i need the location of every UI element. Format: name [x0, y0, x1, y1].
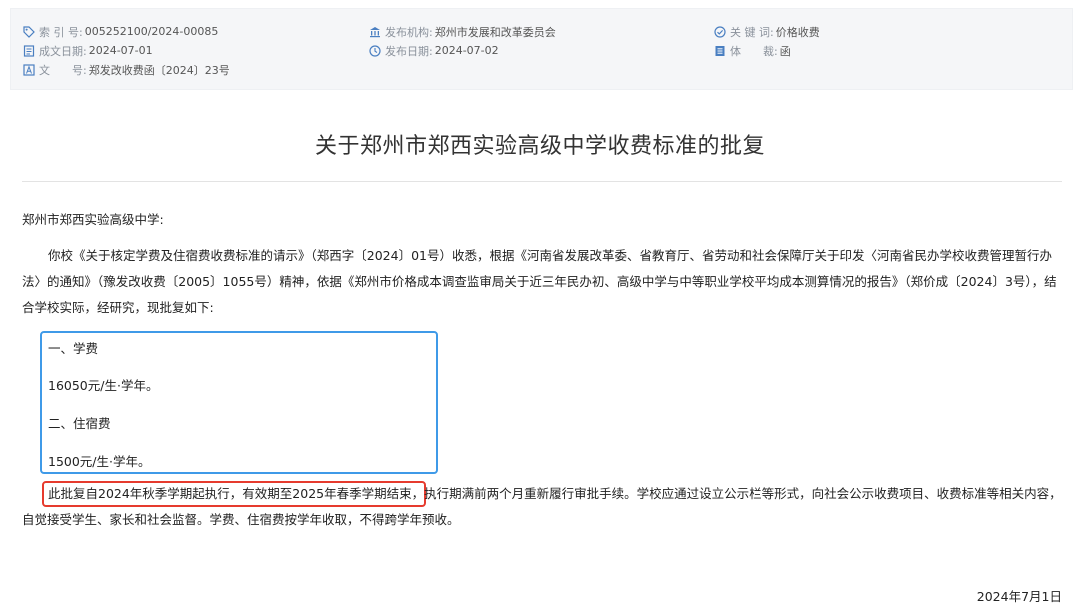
metadata-column-middle: 发布机构: 郑州市发展和改革委员会 发布日期: 2024-07-02: [369, 22, 556, 60]
body-paragraph-1: 你校《关于核定学费及住宿费收费标准的请示》（郑西字〔2024〕01号）收悉，根据…: [22, 243, 1067, 321]
document-metadata-panel: 索 引 号: 005252100/2024-00085 成文日期: 2024-0…: [10, 8, 1073, 90]
metadata-publish-date: 发布日期: 2024-07-02: [369, 41, 556, 60]
validity-period-text: 此批复自2024年秋季学期起执行，有效期至2025年春季学期结束，: [48, 486, 425, 501]
section-tuition-value: 16050元/生·学年。: [48, 378, 159, 393]
institution-icon: [370, 26, 380, 37]
tag-icon: [23, 25, 35, 38]
addressee: 郑州市郑西实验高级中学:: [22, 212, 164, 227]
metadata-genre: 体 裁: 函: [714, 41, 820, 60]
metadata-column-left: 索 引 号: 005252100/2024-00085 成文日期: 2024-0…: [23, 22, 230, 79]
document-icon: [23, 44, 35, 57]
section-accommodation-heading: 二、住宿费: [48, 416, 111, 431]
check-circle-icon: [714, 25, 726, 38]
body-paragraph-2: 此批复自2024年秋季学期起执行，有效期至2025年春季学期结束，执行期满前两个…: [22, 481, 1067, 533]
title-divider: [22, 181, 1062, 182]
body-paragraph-1-text: 你校《关于核定学费及住宿费收费标准的请示》（郑西字〔2024〕01号）收悉，根据…: [22, 248, 1057, 315]
clock-icon: [369, 44, 381, 57]
metadata-written-date: 成文日期: 2024-07-01: [23, 41, 230, 60]
metadata-column-right: 关 键 词: 价格收费 体 裁: 函: [714, 22, 820, 60]
section-tuition-heading: 一、学费: [48, 341, 99, 356]
metadata-issuer: 发布机构: 郑州市发展和改革委员会: [369, 22, 556, 41]
metadata-index-number: 索 引 号: 005252100/2024-00085: [23, 22, 230, 41]
text-icon: [23, 63, 35, 76]
metadata-document-number: 文 号: 郑发改收费函〔2024〕23号: [23, 60, 230, 79]
signature-date: 2024年7月1日: [976, 589, 1062, 604]
list-document-icon: [715, 45, 725, 56]
document-title: 关于郑州市郑西实验高级中学收费标准的批复: [314, 134, 765, 159]
metadata-keywords: 关 键 词: 价格收费: [714, 22, 820, 41]
section-accommodation-value: 1500元/生·学年。: [48, 454, 151, 469]
